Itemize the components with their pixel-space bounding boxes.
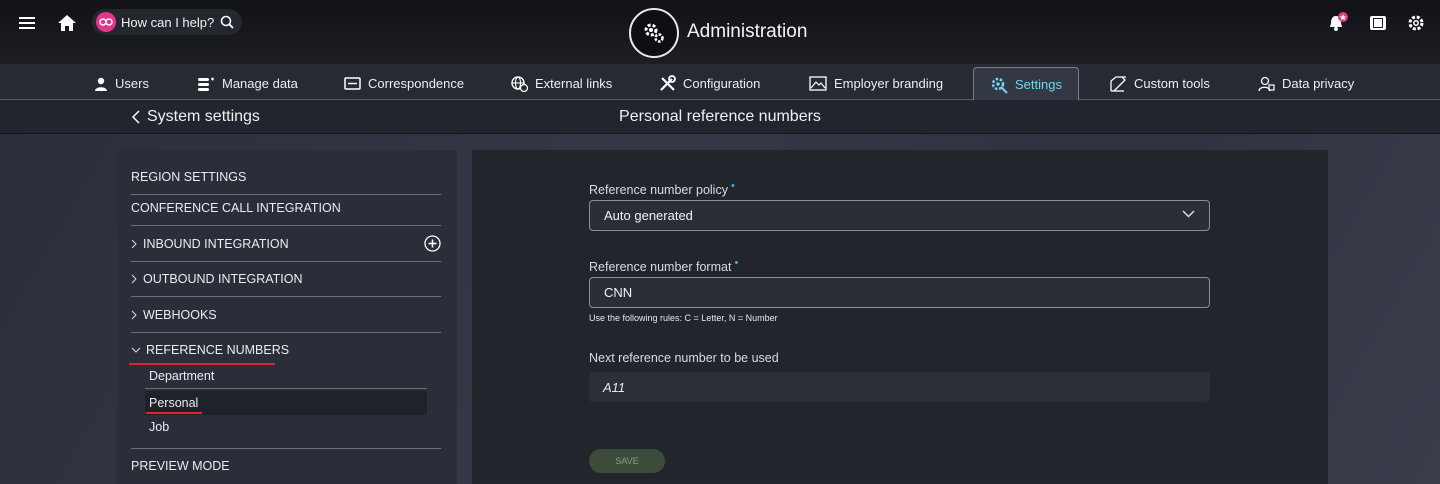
chevron-down-icon xyxy=(1182,210,1195,218)
home-icon[interactable] xyxy=(55,11,79,35)
sidebar-item-outbound-integration[interactable]: OUTBOUND INTEGRATION xyxy=(131,261,441,297)
nav-manage-data[interactable]: Manage data xyxy=(198,67,298,100)
sidebar-subitem-job[interactable]: Job xyxy=(145,415,427,439)
add-circle-icon[interactable] xyxy=(424,235,441,255)
notification-bell-icon[interactable] xyxy=(1326,11,1350,35)
nav-label: Data privacy xyxy=(1282,76,1355,91)
tools-icon xyxy=(660,75,676,91)
nav-configuration[interactable]: Configuration xyxy=(659,67,760,100)
sidebar-subitem-department[interactable]: Department xyxy=(145,364,427,388)
nav-label: Users xyxy=(115,76,149,91)
sidebar-item-inbound-integration[interactable]: INBOUND INTEGRATION xyxy=(131,226,441,262)
top-bar: How can I help? Administration xyxy=(0,0,1440,64)
sidebar-subitem-label: Personal xyxy=(149,396,199,410)
nav-label: Configuration xyxy=(683,76,761,91)
help-search[interactable]: How can I help? xyxy=(92,9,242,35)
admin-gear-icon xyxy=(629,8,679,58)
assistant-logo-icon xyxy=(96,12,116,32)
menu-icon[interactable] xyxy=(15,11,39,35)
nav-users[interactable]: Users xyxy=(94,67,149,100)
format-hint: Use the following rules: C = Letter, N =… xyxy=(589,313,778,323)
save-button[interactable]: SAVE xyxy=(589,449,665,473)
next-number-value: A11 xyxy=(603,379,626,395)
nav-label: Custom tools xyxy=(1134,76,1210,91)
form-panel: Reference number policy • Auto generated … xyxy=(472,150,1328,484)
sidebar-item-label: INBOUND INTEGRATION xyxy=(143,236,289,251)
sidebar-item-webhooks[interactable]: WEBHOOKS xyxy=(131,297,441,333)
sidebar-subitem-label: Job xyxy=(149,420,170,434)
required-indicator: • xyxy=(734,257,739,269)
divider xyxy=(145,388,427,389)
edit-icon xyxy=(1110,75,1126,92)
nav-label: Employer branding xyxy=(834,76,944,91)
next-number-field: A11 xyxy=(589,372,1210,402)
main-nav: Users Manage data Correspondence Externa… xyxy=(0,64,1440,101)
settings-sidebar: REGION SETTINGS CONFERENCE CALL INTEGRAT… xyxy=(117,150,457,484)
format-label: Reference number format • xyxy=(589,257,738,274)
nav-label: Manage data xyxy=(222,76,298,91)
privacy-icon xyxy=(1258,76,1275,91)
policy-label-text: Reference number policy xyxy=(589,183,728,198)
policy-label: Reference number policy • xyxy=(589,180,735,197)
nav-external-links[interactable]: External links xyxy=(511,67,612,100)
format-value: CNN xyxy=(604,285,633,300)
image-icon xyxy=(809,76,827,91)
sidebar-item-label: REFERENCE NUMBERS xyxy=(146,343,290,357)
format-label-text: Reference number format xyxy=(589,260,732,275)
nav-custom-tools[interactable]: Custom tools xyxy=(1110,67,1210,100)
sidebar-item-conference-call[interactable]: CONFERENCE CALL INTEGRATION xyxy=(131,190,441,226)
nav-label: Correspondence xyxy=(368,76,465,91)
selected-underline xyxy=(146,412,202,414)
chevron-right-icon xyxy=(131,310,138,320)
section-title: Personal reference numbers xyxy=(619,108,821,125)
nav-label: External links xyxy=(535,76,613,91)
next-number-label: Next reference number to be used xyxy=(589,351,779,365)
sub-header: System settings Personal reference numbe… xyxy=(0,100,1440,134)
globe-icon xyxy=(511,75,528,92)
user-icon xyxy=(95,77,107,91)
nav-label: Settings xyxy=(1015,77,1062,92)
sidebar-item-label: PREVIEW MODE xyxy=(131,459,230,473)
chevron-down-icon xyxy=(131,347,141,354)
sidebar-item-label: CONFERENCE CALL INTEGRATION xyxy=(131,200,341,215)
gear-icon xyxy=(991,77,1008,94)
sidebar-item-preview-mode[interactable]: PREVIEW MODE xyxy=(131,448,441,484)
nav-correspondence[interactable]: Correspondence xyxy=(344,67,464,100)
format-input[interactable]: CNN xyxy=(589,277,1210,308)
policy-select[interactable]: Auto generated xyxy=(589,200,1210,231)
nav-data-privacy[interactable]: Data privacy xyxy=(1258,67,1354,100)
gear-icon[interactable] xyxy=(1404,11,1428,35)
search-icon[interactable] xyxy=(220,15,234,29)
page-title: Administration xyxy=(687,21,808,42)
chevron-right-icon xyxy=(131,239,138,249)
sidebar-item-label: WEBHOOKS xyxy=(143,307,217,322)
book-icon[interactable] xyxy=(1366,11,1390,35)
chevron-right-icon xyxy=(131,274,138,284)
nav-settings[interactable]: Settings xyxy=(973,67,1079,101)
message-icon xyxy=(344,77,361,90)
help-text: How can I help? xyxy=(121,14,215,30)
sidebar-item-label: REGION SETTINGS xyxy=(131,169,247,184)
required-indicator: • xyxy=(730,180,735,192)
database-icon xyxy=(198,77,214,91)
sidebar-subitem-label: Department xyxy=(149,369,215,383)
sidebar-item-label: OUTBOUND INTEGRATION xyxy=(143,271,303,286)
policy-value: Auto generated xyxy=(604,208,693,223)
nav-employer-branding[interactable]: Employer branding xyxy=(809,67,943,100)
